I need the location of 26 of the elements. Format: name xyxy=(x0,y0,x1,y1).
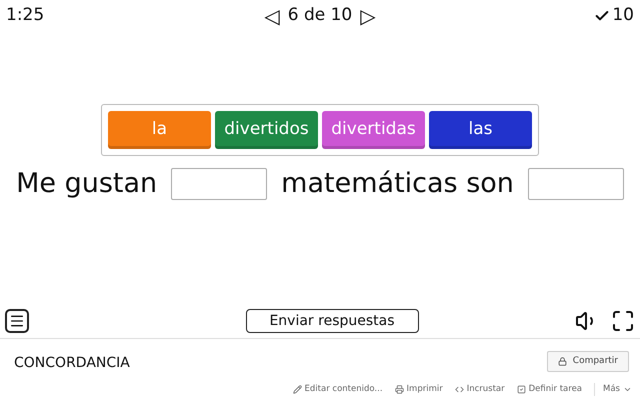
lock-icon xyxy=(558,357,567,366)
action-link[interactable]: Incrustar xyxy=(454,383,505,396)
more-button[interactable]: Más xyxy=(594,383,632,396)
previous-button[interactable]: ◁ xyxy=(264,6,280,26)
menu-icon xyxy=(9,313,25,329)
word-tile[interactable]: las xyxy=(429,111,532,149)
menu-button[interactable] xyxy=(5,309,29,333)
word-tile[interactable]: divertidas xyxy=(322,111,425,149)
share-button[interactable]: Compartir xyxy=(546,351,629,372)
code-icon xyxy=(454,384,464,394)
activity-title: CONCORDANCIA xyxy=(14,354,130,373)
word-tile[interactable]: divertidos xyxy=(215,111,318,149)
submit-button[interactable]: Enviar respuestas xyxy=(246,309,418,333)
next-button[interactable]: ▷ xyxy=(360,6,376,26)
printer-icon xyxy=(394,384,404,394)
timer: 1:25 xyxy=(6,4,46,28)
sentence-text: matemáticas son xyxy=(281,167,514,201)
action-link[interactable]: Imprimir xyxy=(394,383,443,396)
action-link[interactable]: Editar contenido... xyxy=(292,383,383,396)
pencil-icon xyxy=(292,384,302,394)
score: 10 xyxy=(612,4,634,28)
action-link[interactable]: Definir tarea xyxy=(516,383,582,396)
page-counter: 6 de 10 xyxy=(288,4,352,28)
sentence-text: Me gustan xyxy=(16,167,158,201)
checkbox-icon xyxy=(516,384,526,394)
fullscreen-icon[interactable] xyxy=(611,309,635,333)
